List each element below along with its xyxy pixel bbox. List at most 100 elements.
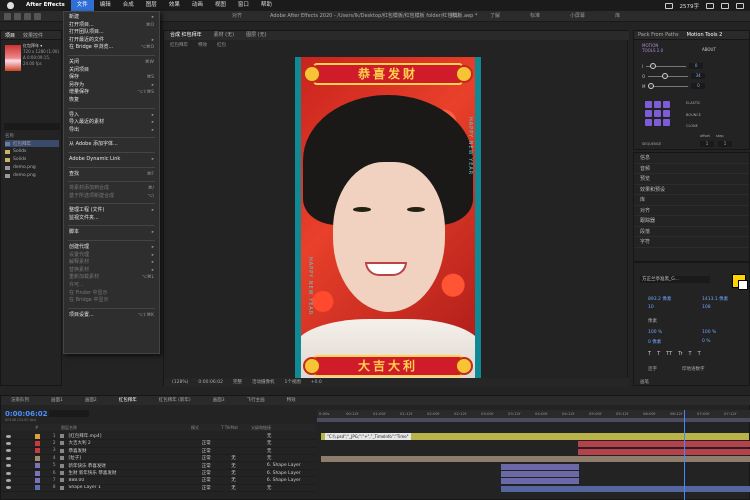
- anchor-grid[interactable]: [645, 101, 670, 126]
- layer-duration-bar[interactable]: [501, 478, 579, 485]
- composition-canvas[interactable]: HAPPY NEW YEAR HAPPY NEW YEAR 恭喜发财 大吉大利: [295, 57, 481, 383]
- timeline-tab[interactable]: 画面2: [85, 396, 97, 405]
- anchor-cell[interactable]: [645, 110, 652, 117]
- clone-button[interactable]: CLONE: [686, 124, 698, 128]
- column-trkmat[interactable]: T TrkMat: [221, 424, 251, 431]
- timeline-tab[interactable]: 渲染队列: [11, 396, 29, 405]
- tab-effect-controls[interactable]: 效果控件: [23, 32, 43, 39]
- parent-select[interactable]: 无: [267, 433, 316, 439]
- work-area-bar[interactable]: [317, 418, 750, 422]
- home-icon[interactable]: [4, 13, 11, 20]
- label-color[interactable]: [34, 455, 40, 461]
- label-color[interactable]: [34, 448, 40, 454]
- panel-info[interactable]: 信息: [634, 153, 749, 164]
- layer-row[interactable]: 1 [红包拜年.mp4] 无: [1, 433, 316, 441]
- label-color[interactable]: [34, 433, 40, 439]
- file-menu-item[interactable]: 项目设置... ⌥⇧⌘K: [64, 312, 159, 320]
- visibility-eye-icon[interactable]: [6, 456, 11, 460]
- timeline-tab[interactable]: 飞行主画: [247, 396, 265, 405]
- workspace-small-screen[interactable]: 小屏幕: [570, 11, 585, 22]
- visibility-eye-icon[interactable]: [6, 464, 11, 468]
- visibility-eye-icon[interactable]: [6, 478, 11, 482]
- project-item[interactable]: 红包拜年: [5, 140, 59, 147]
- breadcrumb-item[interactable]: 红包: [217, 42, 226, 48]
- slider-knob[interactable]: [648, 82, 655, 89]
- parent-select[interactable]: 6. Shape Layer: [267, 478, 316, 483]
- layer-name[interactable]: [红包拜年.mp4]: [68, 433, 161, 439]
- zoom-level[interactable]: (128%): [172, 378, 188, 387]
- anchor-cell[interactable]: [654, 101, 661, 108]
- timeline-tab[interactable]: 画面1: [51, 396, 63, 405]
- menu-file[interactable]: 文件: [70, 0, 94, 11]
- blend-mode-select[interactable]: 正常: [202, 455, 231, 461]
- layer-row[interactable]: 6 生财 新年快乐 恭喜发财 正常无 6. Shape Layer: [1, 470, 316, 478]
- label-color[interactable]: [34, 485, 40, 491]
- layer-row[interactable]: 8 Shape Layer 1 正常无无: [1, 485, 316, 492]
- timeline-tab[interactable]: 红包拜年 (新年): [159, 396, 191, 405]
- menu-edit[interactable]: 编辑: [94, 0, 117, 11]
- timeline-search-input[interactable]: [49, 410, 89, 417]
- parent-select[interactable]: 6. Shape Layer: [267, 463, 316, 468]
- slider-out[interactable]: O 34: [642, 72, 706, 79]
- vertical-scale-value[interactable]: 100 %: [648, 330, 662, 335]
- menu-help[interactable]: 帮助: [255, 0, 278, 11]
- anchor-cell[interactable]: [663, 101, 670, 108]
- offset-value[interactable]: 1: [700, 141, 714, 147]
- layer-name[interactable]: 大吉大利 2: [68, 440, 161, 446]
- column-mode[interactable]: 模式: [191, 424, 221, 431]
- timeline-tab[interactable]: 画面3: [213, 396, 225, 405]
- layer-name[interactable]: 888.00: [68, 478, 161, 483]
- search-icon[interactable]: [721, 2, 729, 9]
- step-value[interactable]: 1: [718, 141, 732, 147]
- slider-in[interactable]: I0: [642, 62, 704, 69]
- control-center-icon[interactable]: [736, 2, 744, 9]
- hand-tool-icon[interactable]: [24, 13, 31, 20]
- file-menu-item[interactable]: Adobe Dynamic Link ▸: [64, 156, 159, 164]
- panel-audio[interactable]: 音频: [634, 164, 749, 174]
- camera-select[interactable]: 活动摄像机: [252, 378, 275, 387]
- trkmat-select[interactable]: 无: [231, 455, 253, 461]
- slider-knob[interactable]: [650, 62, 657, 69]
- project-item[interactable]: Solids: [5, 156, 26, 163]
- project-search-input[interactable]: [4, 123, 60, 130]
- sequence-button[interactable]: SEQUENCE: [642, 142, 661, 146]
- blend-mode-select[interactable]: 正常: [202, 448, 231, 454]
- exposure-value[interactable]: +0.0: [311, 378, 322, 387]
- layer-name[interactable]: [粒子]: [68, 455, 161, 461]
- visibility-eye-icon[interactable]: [6, 441, 11, 445]
- layer-row[interactable]: 4 [粒子] 正常无无: [1, 455, 316, 463]
- current-timecode[interactable]: 0:00:06:02: [5, 410, 48, 418]
- panel-brush[interactable]: 画笔: [640, 379, 649, 385]
- bounce-button[interactable]: BOUNCE: [686, 113, 701, 117]
- file-menu-item[interactable]: 保存 ⌘S: [64, 74, 159, 82]
- file-menu-item[interactable]: 查找 ⌘F: [64, 171, 159, 179]
- selection-tool-icon[interactable]: [14, 13, 21, 20]
- layer-row[interactable]: 7 888.00 正常无 6. Shape Layer: [1, 477, 316, 485]
- layer-duration-bar[interactable]: [501, 463, 579, 470]
- column-layer-name[interactable]: 图层名称: [61, 424, 191, 431]
- wifi-icon[interactable]: [706, 2, 714, 9]
- file-menu-item[interactable]: 监视文件夹...: [64, 215, 159, 223]
- tab-composition[interactable]: 合成 红包拜年: [170, 31, 202, 40]
- file-menu-item[interactable]: 脚本 ▸: [64, 229, 159, 237]
- font-family-select[interactable]: 方正兰亭准黑_G...: [640, 276, 710, 283]
- snap-label[interactable]: 对齐: [232, 11, 242, 22]
- label-color[interactable]: [34, 463, 40, 469]
- file-menu-item[interactable]: 创建代理 ▸: [64, 244, 159, 252]
- blend-mode-select[interactable]: 正常: [202, 470, 231, 476]
- slider-mid[interactable]: M0: [642, 82, 706, 89]
- blend-mode-select[interactable]: 正常: [202, 477, 231, 483]
- timeline-tab[interactable]: 红包拜年: [119, 396, 137, 405]
- slider-knob[interactable]: [662, 72, 669, 79]
- layer-name[interactable]: 恭喜发财: [68, 448, 161, 454]
- file-menu-item[interactable]: 导入最近的素材 ▸: [64, 119, 159, 127]
- file-menu-item[interactable]: 导入 ▸: [64, 112, 159, 120]
- ligatures-checkbox[interactable]: 连字: [648, 366, 657, 372]
- workspace-default[interactable]: 默认: [450, 11, 460, 22]
- anchor-cell[interactable]: [654, 119, 661, 126]
- file-menu-item[interactable]: 恢复: [64, 97, 159, 105]
- anchor-cell[interactable]: [654, 110, 661, 117]
- column-parent[interactable]: 父级和链接: [251, 424, 271, 431]
- superscript-button[interactable]: T: [689, 351, 692, 357]
- leading-value[interactable]: 1413.1 像素: [702, 296, 728, 302]
